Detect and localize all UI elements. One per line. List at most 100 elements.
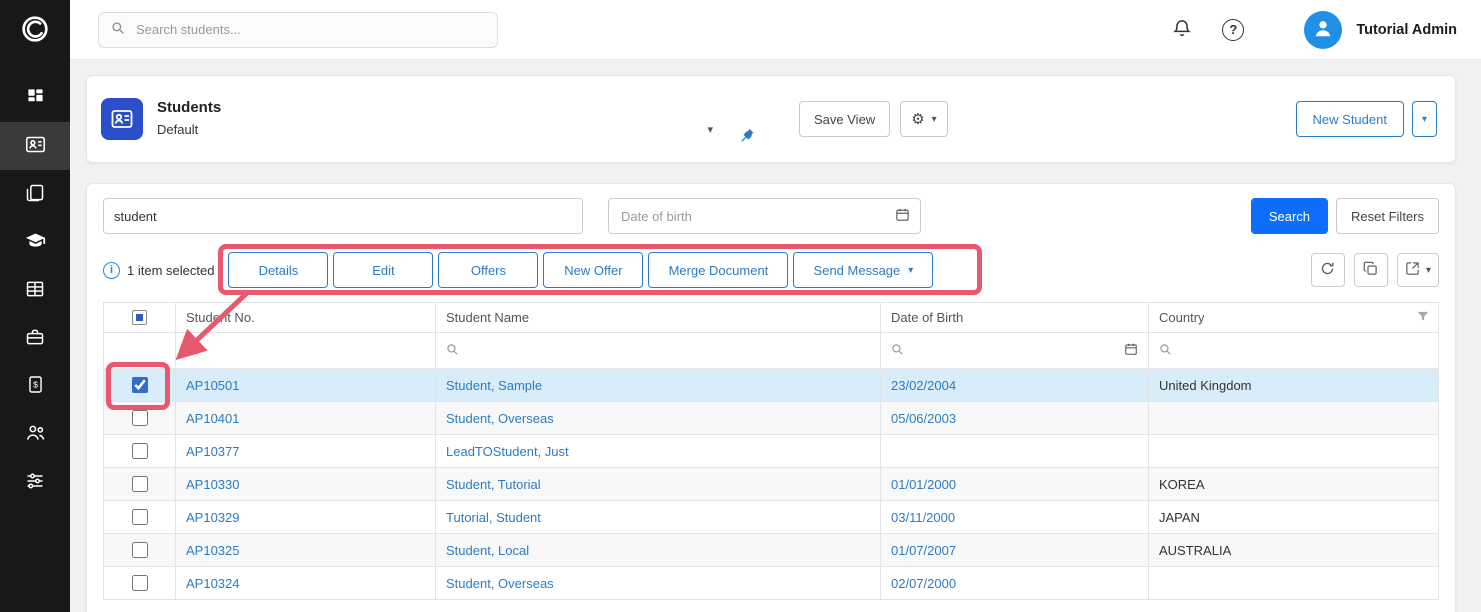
table-row[interactable]: AP10330 Student, Tutorial 01/01/2000 KOR… [104,468,1439,501]
new-student-button[interactable]: New Student [1296,101,1404,137]
sidebar-item-students[interactable] [0,122,70,170]
table-row[interactable]: AP10329 Tutorial, Student 03/11/2000 JAP… [104,501,1439,534]
search-icon [186,344,199,359]
column-header-country[interactable]: Country [1159,310,1205,325]
sidebar-item-agents[interactable] [0,314,70,362]
search-button[interactable]: Search [1251,198,1328,234]
student-no-link[interactable]: AP10329 [186,510,240,525]
search-icon [446,344,459,359]
merge-document-button[interactable]: Merge Document [648,252,788,288]
sidebar-item-dashboard[interactable] [0,74,70,122]
dob-link[interactable]: 02/07/2000 [891,576,956,591]
row-checkbox[interactable] [132,377,148,393]
student-no-column-filter[interactable] [176,333,436,369]
pin-view-button[interactable] [739,127,755,146]
row-checkbox[interactable] [132,476,148,492]
dob-column-filter[interactable] [881,333,1149,369]
details-button[interactable]: Details [228,252,328,288]
global-search-input[interactable] [134,21,485,38]
country-column-filter[interactable] [1149,333,1439,369]
dob-link[interactable]: 01/01/2000 [891,477,956,492]
student-no-link[interactable]: AP10325 [186,543,240,558]
dob-filter-input[interactable] [619,208,895,225]
column-header-dob[interactable]: Date of Birth [891,310,963,325]
dob-filter[interactable] [608,198,921,234]
export-button[interactable]: ▾ [1397,253,1439,287]
student-name-link[interactable]: LeadTOStudent, Just [446,444,569,459]
column-header-student-name[interactable]: Student Name [446,310,529,325]
row-checkbox[interactable] [132,443,148,459]
country-cell: KOREA [1159,477,1205,492]
topbar: ? Tutorial Admin [70,0,1481,60]
new-student-dropdown-button[interactable]: ▾ [1412,101,1437,137]
row-checkbox[interactable] [132,410,148,426]
dob-link[interactable]: 05/06/2003 [891,411,956,426]
logo-icon [19,13,51,48]
dob-link[interactable]: 01/07/2007 [891,543,956,558]
search-icon [891,343,904,359]
pushpin-icon [739,131,755,146]
app-logo[interactable] [0,0,70,60]
new-offer-button[interactable]: New Offer [543,252,643,288]
offers-button[interactable]: Offers [438,252,538,288]
table-row[interactable]: AP10401 Student, Overseas 05/06/2003 [104,402,1439,435]
column-header-student-no[interactable]: Student No. [186,310,255,325]
help-button[interactable]: ? [1222,19,1244,41]
row-checkbox[interactable] [132,575,148,591]
chevron-down-icon: ▾ [908,265,913,276]
country-cell: United Kingdom [1159,378,1252,393]
select-all-checkbox[interactable] [132,310,147,325]
keyword-filter-input[interactable] [103,198,583,234]
student-no-link[interactable]: AP10401 [186,411,240,426]
sidebar-item-contacts[interactable] [0,410,70,458]
student-no-link[interactable]: AP10330 [186,477,240,492]
content: Students Default ▾ Save View ⚙ ▾ [70,60,1481,612]
students-table: Student No. Student Name Date of Birth C… [103,302,1439,600]
send-message-button[interactable]: Send Message ▾ [793,252,933,288]
table-row[interactable]: AP10377 LeadTOStudent, Just [104,435,1439,468]
edit-button[interactable]: Edit [333,252,433,288]
student-name-link[interactable]: Student, Tutorial [446,477,541,492]
student-name-link[interactable]: Student, Local [446,543,529,558]
view-selector-value: Default [157,122,198,137]
graduation-cap-icon [25,230,46,254]
refresh-button[interactable] [1311,253,1345,287]
save-view-button[interactable]: Save View [799,101,890,137]
sliders-icon [25,471,45,494]
sidebar-item-tables[interactable] [0,266,70,314]
sidebar-item-documents[interactable] [0,170,70,218]
filter-funnel-icon[interactable] [1416,309,1430,326]
notifications-button[interactable] [1172,18,1192,41]
student-no-link[interactable]: AP10324 [186,576,240,591]
student-name-link[interactable]: Tutorial, Student [446,510,541,525]
student-name-link[interactable]: Student, Overseas [446,411,554,426]
copy-button[interactable] [1354,253,1388,287]
table-header-row: Student No. Student Name Date of Birth C… [104,303,1439,333]
row-checkbox[interactable] [132,509,148,525]
dob-link[interactable]: 03/11/2000 [891,510,955,525]
sidebar-item-settings[interactable] [0,458,70,506]
student-name-link[interactable]: Student, Sample [446,378,542,393]
avatar[interactable] [1304,11,1342,49]
student-no-link[interactable]: AP10377 [186,444,240,459]
chevron-down-icon: ▾ [1422,114,1427,125]
table-row[interactable]: AP10324 Student, Overseas 02/07/2000 [104,567,1439,600]
dob-link[interactable]: 23/02/2004 [891,378,956,393]
row-checkbox[interactable] [132,542,148,558]
global-search[interactable] [98,12,498,48]
view-settings-button[interactable]: ⚙ ▾ [900,101,947,137]
student-name-column-filter[interactable] [436,333,881,369]
view-selector[interactable]: Default ▾ [157,119,717,140]
calendar-icon[interactable] [1124,342,1138,359]
table-row[interactable]: AP10501 Student, Sample 23/02/2004 Unite… [104,369,1439,402]
student-no-link[interactable]: AP10501 [186,378,240,393]
sidebar-item-courses[interactable] [0,218,70,266]
student-name-link[interactable]: Student, Overseas [446,576,554,591]
sidebar-item-invoices[interactable]: $ [0,362,70,410]
table-row[interactable]: AP10325 Student, Local 01/07/2007 AUSTRA… [104,534,1439,567]
app-root: $ [0,0,1481,612]
calendar-icon[interactable] [895,207,910,225]
reset-filters-button[interactable]: Reset Filters [1336,198,1439,234]
page-title: Students [157,99,717,116]
user-name[interactable]: Tutorial Admin [1356,22,1457,38]
